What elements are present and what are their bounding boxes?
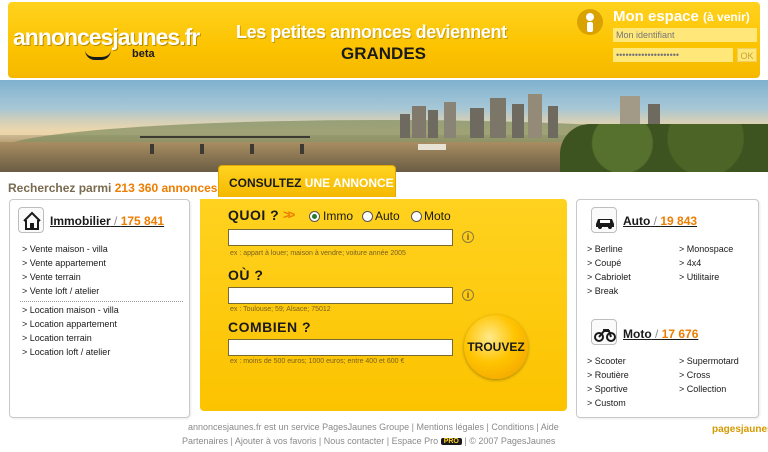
combien-hint: ex : moins de 500 euros; 1000 euros; ent…: [230, 358, 405, 365]
combien-label: COMBIEN ?: [228, 319, 312, 335]
link-vente-maison[interactable]: Vente maison - villa: [22, 244, 108, 254]
footer-partenaires-link[interactable]: Partenaires: [182, 436, 228, 446]
password-input[interactable]: [613, 48, 733, 62]
link-cross[interactable]: Cross: [679, 370, 711, 380]
radio-immo[interactable]: [309, 211, 320, 222]
immobilier-panel: Immobilier / 175 841 Vente maison - vill…: [9, 199, 190, 418]
beta-label: beta: [132, 48, 155, 60]
footer-copyright: © 2007 PagesJaunes: [469, 436, 556, 446]
espace-title: Mon espace (à venir): [613, 8, 750, 25]
link-location-maison[interactable]: Location maison - villa: [22, 305, 119, 315]
auto-count: 19 843: [660, 214, 698, 228]
auto-moto-panel: Auto / 19 843 Berline Coupé Cabriolet Br…: [576, 199, 759, 418]
mon-espace-panel: Mon espace (à venir) OK: [575, 2, 760, 78]
moto-title[interactable]: Moto / 17 676: [623, 327, 698, 341]
footer-conditions-link[interactable]: Conditions: [491, 422, 534, 432]
immobilier-title[interactable]: Immobilier / 175 841: [50, 214, 164, 228]
motorbike-icon: [591, 319, 617, 345]
link-4x4[interactable]: 4x4: [679, 258, 702, 268]
quoi-label: QUOI ?: [228, 207, 280, 223]
footer-service: annoncesjaunes.fr est un service PagesJa…: [188, 422, 410, 432]
moto-count: 17 676: [661, 327, 699, 341]
login-ok-button[interactable]: OK: [737, 48, 757, 62]
combien-input[interactable]: [228, 339, 453, 356]
logo-smile-icon: [85, 50, 111, 60]
link-coupe[interactable]: Coupé: [587, 258, 622, 268]
link-vente-appartement[interactable]: Vente appartement: [22, 258, 106, 268]
link-custom[interactable]: Custom: [587, 398, 626, 408]
auto-title[interactable]: Auto / 19 843: [623, 214, 697, 228]
link-sportive[interactable]: Sportive: [587, 384, 628, 394]
espace-note: (à venir): [703, 10, 750, 24]
link-utilitaire[interactable]: Utilitaire: [679, 272, 720, 282]
divider: [20, 301, 183, 302]
user-icon: [577, 9, 603, 35]
ou-hint: ex : Toulouse; 59; Alsace; 75012: [230, 306, 331, 313]
annonces-count: 213 360 annonces: [114, 181, 218, 195]
link-location-terrain[interactable]: Location terrain: [22, 333, 92, 343]
link-collection[interactable]: Collection: [679, 384, 727, 394]
link-vente-loft[interactable]: Vente loft / atelier: [22, 286, 100, 296]
link-berline[interactable]: Berline: [587, 244, 623, 254]
link-vente-terrain[interactable]: Vente terrain: [22, 272, 81, 282]
quoi-input[interactable]: [228, 229, 453, 246]
radio-auto[interactable]: [362, 211, 373, 222]
link-routiere[interactable]: Routière: [587, 370, 629, 380]
site-logo[interactable]: annoncesjaunes.fr: [13, 24, 200, 60]
radio-immo-label: Immo: [323, 209, 353, 223]
radio-moto[interactable]: [411, 211, 422, 222]
link-location-appartement[interactable]: Location appartement: [22, 319, 117, 329]
tab-consultez[interactable]: CONSULTEZ UNE ANNONCE: [218, 165, 396, 197]
quoi-hint: ex : appart à louer; maison à vendre; vo…: [230, 250, 406, 257]
trouvez-button[interactable]: TROUVEZ: [464, 315, 528, 379]
footer-favoris-link[interactable]: Ajouter à vos favoris: [235, 436, 317, 446]
logo-text: annoncesjaunes.fr: [13, 24, 200, 50]
house-icon: [18, 207, 44, 233]
footer-espace-pro-link[interactable]: Espace Pro: [392, 436, 439, 446]
pagesjaunes-logo[interactable]: pagesjaunes: [712, 424, 768, 435]
footer-aide-link[interactable]: Aide: [541, 422, 559, 432]
site-header: annoncesjaunes.fr beta Les petites annon…: [8, 2, 760, 78]
info-icon[interactable]: i: [462, 231, 474, 243]
ou-input[interactable]: [228, 287, 453, 304]
city-banner-image: [0, 80, 768, 172]
double-chevron-icon: >>: [283, 207, 295, 222]
car-icon: [591, 207, 617, 233]
tagline-line1: Les petites annonces deviennent: [236, 22, 507, 42]
link-monospace[interactable]: Monospace: [679, 244, 734, 254]
bridge: [140, 136, 310, 154]
identifier-input[interactable]: [613, 28, 757, 42]
radio-moto-label: Moto: [424, 209, 451, 223]
immobilier-count: 175 841: [120, 214, 165, 228]
footer-mentions-link[interactable]: Mentions légales: [416, 422, 484, 432]
footer-line-1: annoncesjaunes.fr est un service PagesJa…: [188, 422, 559, 432]
footer-line-2: Partenaires | Ajouter à vos favoris | No…: [182, 436, 556, 446]
search-count-text: Recherchez parmi 213 360 annonces: [8, 181, 218, 195]
link-location-loft[interactable]: Location loft / atelier: [22, 347, 111, 357]
link-cabriolet[interactable]: Cabriolet: [587, 272, 631, 282]
radio-auto-label: Auto: [375, 209, 400, 223]
ou-label: OÙ ?: [228, 267, 264, 283]
link-break[interactable]: Break: [587, 286, 619, 296]
link-scooter[interactable]: Scooter: [587, 356, 626, 366]
info-icon[interactable]: i: [462, 289, 474, 301]
tagline-line2: GRANDES: [341, 44, 427, 63]
footer-contact-link[interactable]: Nous contacter: [324, 436, 385, 446]
link-supermotard[interactable]: Supermotard: [679, 356, 739, 366]
pro-badge: PRO: [440, 438, 462, 446]
